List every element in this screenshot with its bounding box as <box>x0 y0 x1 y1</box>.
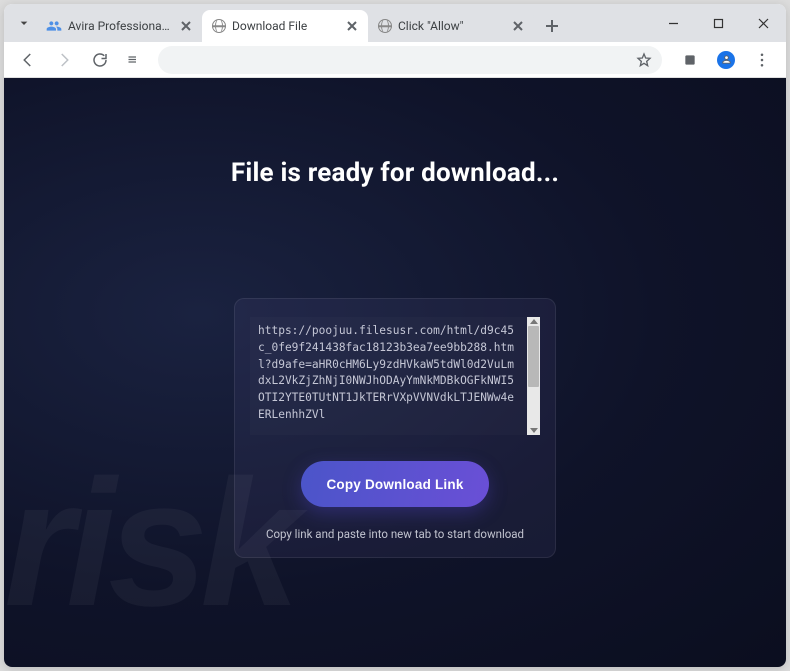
scrollbar[interactable] <box>527 317 540 435</box>
extensions-button[interactable] <box>674 44 706 76</box>
address-bar[interactable] <box>158 46 662 74</box>
copy-hint-text: Copy link and paste into new tab to star… <box>266 527 524 541</box>
close-icon[interactable] <box>344 18 360 34</box>
site-info-icon[interactable] <box>120 44 146 76</box>
new-tab-button[interactable] <box>538 12 566 40</box>
url-textbox-wrapper: https://poojuu.filesusr.com/html/d9c45c_… <box>250 317 540 435</box>
globe-icon <box>212 19 226 33</box>
people-icon <box>46 18 62 34</box>
scroll-up-icon[interactable] <box>530 319 538 324</box>
forward-button[interactable] <box>48 44 80 76</box>
menu-button[interactable] <box>746 44 778 76</box>
toolbar <box>4 42 786 78</box>
tab-label: Click "Allow" <box>398 19 504 33</box>
copy-download-link-button[interactable]: Copy Download Link <box>301 461 489 507</box>
close-icon[interactable] <box>178 18 194 34</box>
maximize-button[interactable] <box>696 4 741 42</box>
tab-click-allow[interactable]: Click "Allow" <box>368 10 534 42</box>
titlebar: Avira Professional Security 2014 Downloa… <box>4 4 786 42</box>
tab-download-file[interactable]: Download File <box>202 10 368 42</box>
download-url-textarea[interactable]: https://poojuu.filesusr.com/html/d9c45c_… <box>250 317 527 435</box>
tab-label: Download File <box>232 19 338 33</box>
bookmark-star-icon[interactable] <box>636 52 652 68</box>
download-card: https://poojuu.filesusr.com/html/d9c45c_… <box>234 298 556 558</box>
close-icon[interactable] <box>510 18 526 34</box>
globe-icon <box>378 19 392 33</box>
tab-strip: Avira Professional Security 2014 Downloa… <box>36 4 651 42</box>
scroll-down-icon[interactable] <box>530 428 538 433</box>
profile-button[interactable] <box>710 44 742 76</box>
tab-label: Avira Professional Security 2014 <box>68 19 172 33</box>
browser-window: Avira Professional Security 2014 Downloa… <box>4 4 786 667</box>
page-title: File is ready for download... <box>231 158 559 188</box>
page-viewport: risk File is ready for download... https… <box>4 78 786 667</box>
window-controls <box>651 4 786 42</box>
back-button[interactable] <box>12 44 44 76</box>
tab-avira[interactable]: Avira Professional Security 2014 <box>36 10 202 42</box>
close-window-button[interactable] <box>741 4 786 42</box>
profile-avatar-icon <box>717 51 735 69</box>
tab-search-button[interactable] <box>12 11 36 35</box>
minimize-button[interactable] <box>651 4 696 42</box>
scroll-thumb[interactable] <box>528 326 539 387</box>
reload-button[interactable] <box>84 44 116 76</box>
